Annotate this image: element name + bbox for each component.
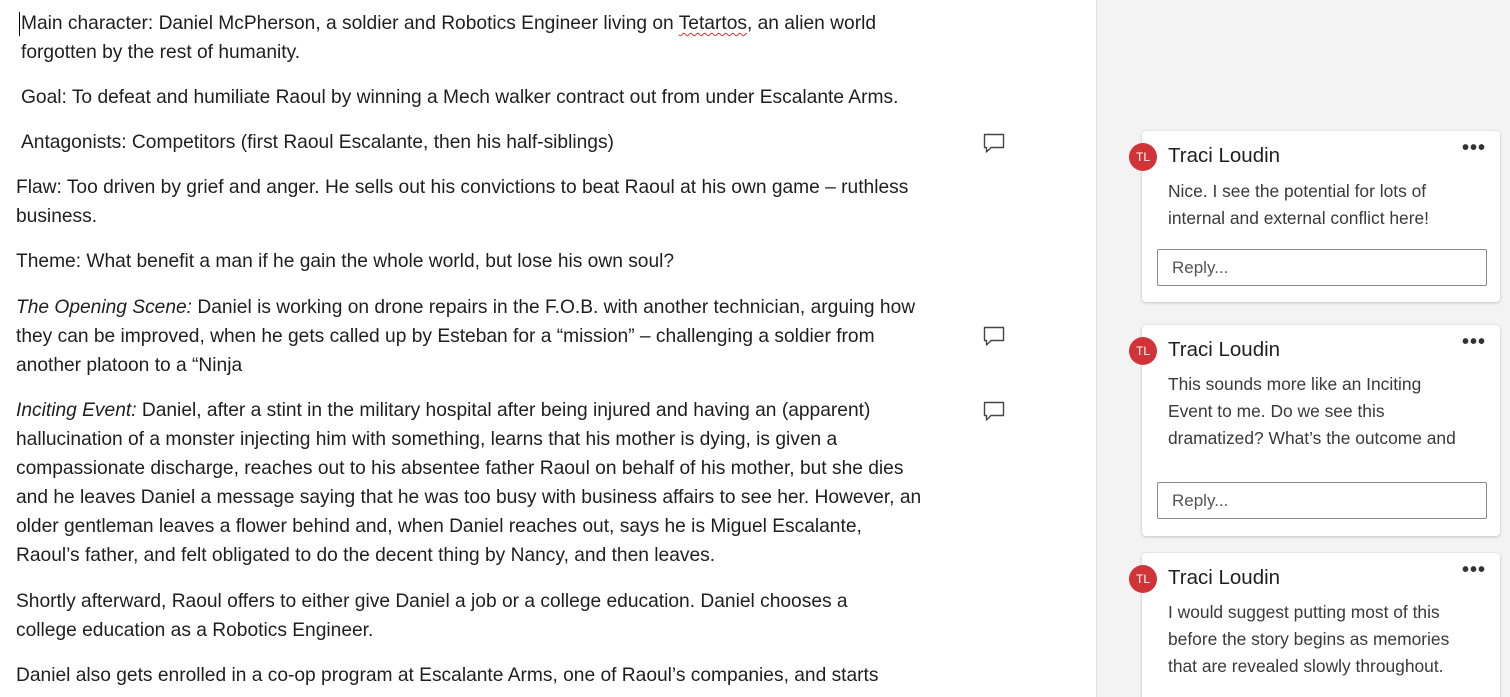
paragraph-goal[interactable]: Goal: To defeat and humiliate Raoul by w… [21, 83, 898, 112]
reply-input[interactable] [1157, 482, 1487, 519]
comments-pane: Traci Loudin ••• Nice. I see the potenti… [1096, 0, 1510, 697]
comment-text-line: This sounds more like an Inciting [1168, 374, 1422, 394]
comment-marker-icon[interactable] [982, 324, 1006, 348]
comment-card[interactable]: Traci Loudin ••• I would suggest putting… [1142, 553, 1500, 697]
comment-marker-icon[interactable] [982, 399, 1006, 423]
paragraph-line: Daniel also gets enrolled in a co-op pro… [16, 665, 879, 686]
comment-card[interactable]: Traci Loudin ••• Nice. I see the potenti… [1142, 131, 1500, 302]
paragraph-opening-scene[interactable]: The Opening Scene: Daniel is working on … [16, 293, 915, 380]
comment-text-line: I would suggest putting most of this [1168, 602, 1440, 622]
comment-text-line: Event to me. Do we see this [1168, 401, 1385, 421]
paragraph-line: Main character: Daniel McPherson, a sold… [21, 13, 877, 34]
more-options-icon[interactable]: ••• [1462, 137, 1486, 160]
paragraph-line: business. [16, 206, 98, 227]
comment-author: Traci Loudin [1168, 338, 1281, 361]
avatar[interactable]: TL [1129, 337, 1157, 365]
paragraph-line: they can be improved, when he gets calle… [16, 326, 875, 347]
paragraph-line: hallucination of a monster injecting him… [16, 429, 838, 450]
text-cursor [19, 12, 20, 36]
section-label: Inciting Event: [16, 400, 137, 421]
paragraph-line: Raoul’s father, and felt obligated to do… [16, 545, 716, 566]
comment-body: I would suggest putting most of this bef… [1168, 599, 1482, 695]
comment-text-line: internal and external conflict here! [1168, 208, 1430, 228]
avatar[interactable]: TL [1129, 143, 1157, 171]
section-label: The Opening Scene: [16, 297, 193, 318]
document-canvas[interactable]: Main character: Daniel McPherson, a sold… [0, 0, 1096, 697]
paragraph-line: Goal: To defeat and humiliate Raoul by w… [21, 87, 899, 108]
paragraph-co-op[interactable]: Daniel also gets enrolled in a co-op pro… [16, 661, 878, 690]
text-fade-overlay [1168, 445, 1482, 467]
paragraph-line: forgotten by the rest of humanity. [21, 42, 301, 63]
paragraph-line: Antagonists: Competitors (first Raoul Es… [21, 132, 614, 153]
paragraph-main-character[interactable]: Main character: Daniel McPherson, a sold… [21, 9, 876, 67]
comment-card[interactable]: Traci Loudin ••• This sounds more like a… [1142, 325, 1500, 536]
paragraph-line: compassionate discharge, reaches out to … [16, 458, 904, 479]
more-options-icon[interactable]: ••• [1462, 331, 1486, 354]
comment-body: This sounds more like an Inciting Event … [1168, 371, 1482, 467]
paragraph-line: Flaw: Too driven by grief and anger. He … [16, 177, 909, 198]
paragraph-line: another platoon to a “Ninja [16, 355, 243, 376]
paragraph-line: The Opening Scene: Daniel is working on … [16, 297, 916, 318]
spellcheck-error[interactable]: Tetartos [679, 13, 747, 34]
avatar[interactable]: TL [1129, 565, 1157, 593]
paragraph-line: Theme: What benefit a man if he gain the… [16, 251, 675, 272]
paragraph-flaw[interactable]: Flaw: Too driven by grief and anger. He … [16, 173, 908, 231]
paragraph-line: college education as a Robotics Engineer… [16, 620, 374, 641]
comment-author: Traci Loudin [1168, 566, 1281, 589]
paragraph-line: and he leaves Daniel a message saying th… [16, 487, 922, 508]
reply-input[interactable] [1157, 249, 1487, 286]
comment-text-line: Nice. I see the potential for lots of [1168, 181, 1427, 201]
paragraph-line: Shortly afterward, Raoul offers to eithe… [16, 591, 848, 612]
paragraph-shortly-afterward[interactable]: Shortly afterward, Raoul offers to eithe… [16, 587, 848, 645]
paragraph-antagonists[interactable]: Antagonists: Competitors (first Raoul Es… [21, 128, 614, 157]
text-fade-overlay [1168, 673, 1482, 695]
more-options-icon[interactable]: ••• [1462, 559, 1486, 582]
paragraph-line: Inciting Event: Daniel, after a stint in… [16, 400, 871, 421]
paragraph-inciting-event[interactable]: Inciting Event: Daniel, after a stint in… [16, 396, 921, 570]
paragraph-line: older gentleman leaves a flower behind a… [16, 516, 862, 537]
comment-body: Nice. I see the potential for lots of in… [1168, 178, 1482, 234]
comment-marker-icon[interactable] [982, 131, 1006, 155]
comment-text-line: before the story begins as memories [1168, 629, 1450, 649]
paragraph-theme[interactable]: Theme: What benefit a man if he gain the… [16, 247, 674, 276]
comment-author: Traci Loudin [1168, 144, 1281, 167]
